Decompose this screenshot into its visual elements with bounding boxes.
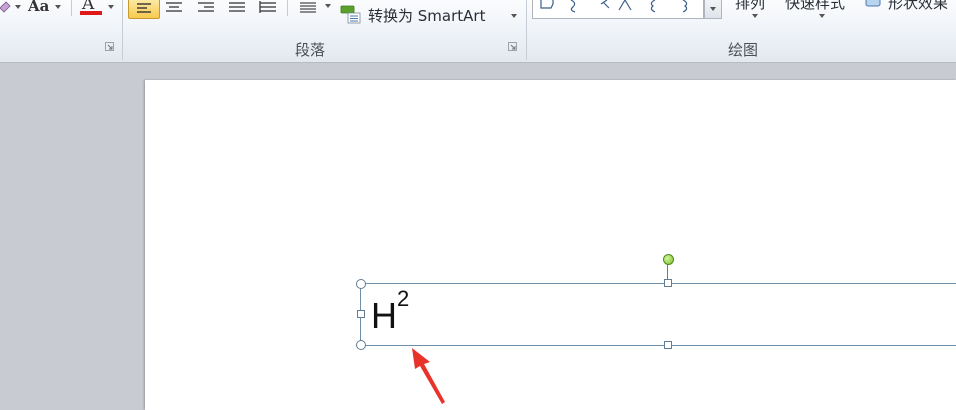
annotation-arrow-icon (412, 348, 445, 404)
shapes-gallery-icons (540, 0, 688, 13)
align-center-icon[interactable] (163, 0, 185, 16)
shapes-gallery[interactable] (532, 0, 704, 19)
resize-handle-top-middle[interactable] (664, 279, 672, 287)
font-separator (71, 0, 72, 16)
gallery-more-icon (710, 7, 716, 11)
resize-handle-middle-left[interactable] (357, 310, 365, 318)
paragraph-inner-separator (287, 0, 288, 16)
arrange-button[interactable]: 排列 (735, 0, 765, 13)
smartart-icon[interactable] (340, 4, 364, 24)
quick-styles-button[interactable]: 快速样式 (785, 0, 845, 13)
paragraph-group-label: 段落 (294, 41, 325, 59)
columns-dropdown-icon[interactable] (325, 4, 331, 8)
shape-effects-icon[interactable] (864, 0, 884, 10)
textbox-content[interactable]: H2 (371, 288, 409, 338)
textbox-frame[interactable] (360, 283, 956, 346)
ribbon-separator-2 (526, 0, 527, 60)
resize-handle-top-left[interactable] (356, 279, 366, 289)
ribbon: Aa A 转换为 SmartArt 段落 排列 快速样式 形状效果 绘图 (0, 0, 956, 63)
change-case-dropdown-icon[interactable] (55, 5, 61, 9)
clear-format-icon[interactable] (0, 0, 14, 14)
columns-icon[interactable] (297, 0, 319, 16)
rotation-handle[interactable] (663, 254, 674, 265)
font-color-dropdown-icon[interactable] (108, 5, 114, 9)
change-case-button[interactable]: Aa (28, 0, 49, 15)
textbox-superscript-text: 2 (397, 286, 410, 311)
convert-to-smartart-button[interactable]: 转换为 SmartArt (368, 5, 485, 26)
drawing-group-label: 绘图 (727, 41, 758, 59)
shapes-gallery-more-button[interactable] (704, 0, 722, 19)
ribbon-separator-1 (122, 0, 123, 60)
resize-handle-bottom-middle[interactable] (664, 341, 672, 349)
arrange-dropdown-icon[interactable] (752, 14, 758, 18)
align-left-icon (137, 3, 151, 13)
textbox-base-text: H (371, 295, 397, 336)
distributed-icon[interactable] (257, 0, 279, 16)
justify-icon[interactable] (226, 0, 248, 16)
smartart-dropdown-icon[interactable] (511, 14, 517, 18)
quick-styles-dropdown-icon[interactable] (819, 14, 825, 18)
resize-handle-bottom-left[interactable] (356, 340, 366, 350)
clear-format-dropdown-icon[interactable] (15, 5, 21, 9)
align-left-button[interactable] (128, 0, 160, 19)
shape-effects-button[interactable]: 形状效果 (888, 0, 948, 13)
slide-page (145, 80, 956, 410)
font-dialog-launcher-icon[interactable] (105, 42, 114, 51)
paragraph-dialog-launcher-icon[interactable] (508, 42, 517, 51)
font-color-swatch (80, 11, 102, 15)
align-right-icon[interactable] (195, 0, 217, 16)
